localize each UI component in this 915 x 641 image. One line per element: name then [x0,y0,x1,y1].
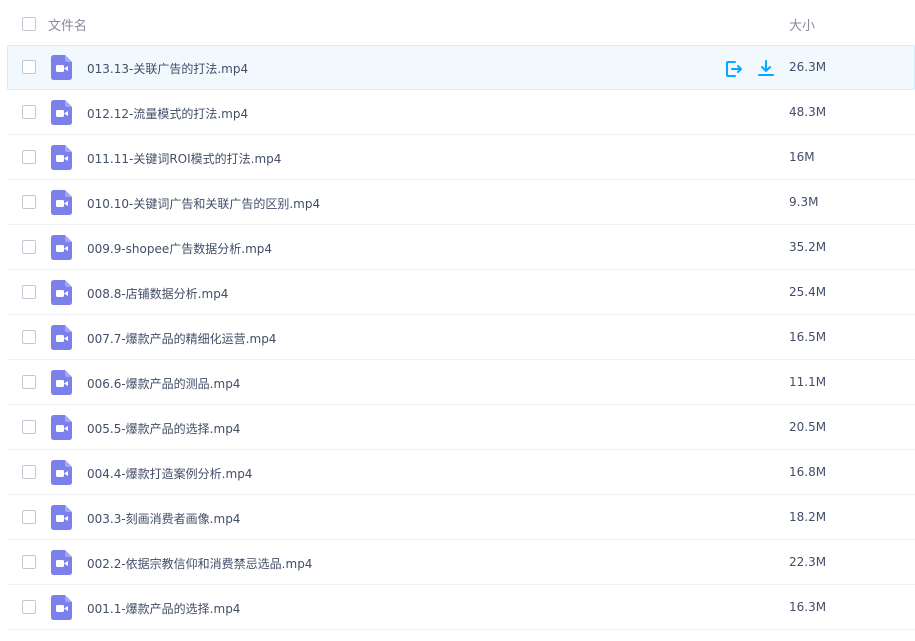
column-header-size[interactable]: 大小 [789,15,815,34]
file-name[interactable]: 013.13-关联广告的打法.mp4 [87,60,248,77]
row-checkbox[interactable] [22,330,36,344]
file-row[interactable]: 010.10-关键词广告和关联广告的区别.mp4 9.3M [7,180,915,225]
file-size: 26.3M [789,60,827,74]
file-rows: 013.13-关联广告的打法.mp4 26.3M 012.12-流量模式的打法.… [0,45,915,630]
row-checkbox[interactable] [22,555,36,569]
file-name[interactable]: 005.5-爆款产品的选择.mp4 [87,420,240,437]
row-checkbox[interactable] [22,240,36,254]
file-size: 11.1M [789,375,827,389]
file-row[interactable]: 003.3-刻画消费者画像.mp4 18.2M [7,495,915,540]
file-row[interactable]: 011.11-关键词ROI模式的打法.mp4 16M [7,135,915,180]
column-header-name[interactable]: 文件名 [48,15,87,34]
file-name[interactable]: 004.4-爆款打造案例分析.mp4 [87,465,252,482]
file-row[interactable]: 007.7-爆款产品的精细化运营.mp4 16.5M [7,315,915,360]
video-file-icon [51,325,72,350]
file-size: 48.3M [789,105,827,119]
file-size: 18.2M [789,510,827,524]
row-checkbox[interactable] [22,465,36,479]
file-row[interactable]: 009.9-shopee广告数据分析.mp4 35.2M [7,225,915,270]
video-file-icon [51,550,72,575]
file-name[interactable]: 009.9-shopee广告数据分析.mp4 [87,240,272,257]
file-name[interactable]: 010.10-关键词广告和关联广告的区别.mp4 [87,195,320,212]
file-row[interactable]: 013.13-关联广告的打法.mp4 26.3M [7,45,915,90]
row-checkbox[interactable] [22,150,36,164]
row-checkbox[interactable] [22,285,36,299]
file-size: 16.8M [789,465,827,479]
file-name[interactable]: 008.8-店铺数据分析.mp4 [87,285,228,302]
row-checkbox[interactable] [22,60,36,74]
file-name[interactable]: 011.11-关键词ROI模式的打法.mp4 [87,150,281,167]
row-checkbox[interactable] [22,105,36,119]
file-row[interactable]: 001.1-爆款产品的选择.mp4 16.3M [7,585,915,630]
file-size: 16.3M [789,600,827,614]
file-name[interactable]: 003.3-刻画消费者画像.mp4 [87,510,240,527]
file-size: 22.3M [789,555,827,569]
video-file-icon [51,280,72,305]
video-file-icon [51,370,72,395]
video-file-icon [51,595,72,620]
video-file-icon [51,100,72,125]
download-icon[interactable] [756,59,776,79]
file-size: 25.4M [789,285,827,299]
row-checkbox[interactable] [22,600,36,614]
video-file-icon [51,145,72,170]
share-icon[interactable] [724,59,744,79]
file-row[interactable]: 004.4-爆款打造案例分析.mp4 16.8M [7,450,915,495]
file-row[interactable]: 005.5-爆款产品的选择.mp4 20.5M [7,405,915,450]
file-size: 16M [789,150,815,164]
file-row[interactable]: 002.2-依据宗教信仰和消费禁忌选品.mp4 22.3M [7,540,915,585]
list-header: 文件名 大小 [0,0,915,45]
video-file-icon [51,460,72,485]
row-checkbox[interactable] [22,420,36,434]
file-name[interactable]: 007.7-爆款产品的精细化运营.mp4 [87,330,276,347]
file-list: 文件名 大小 013.13-关联广告的打法.mp4 26.3M 012.12-流… [0,0,915,641]
row-checkbox[interactable] [22,510,36,524]
file-size: 20.5M [789,420,827,434]
row-checkbox[interactable] [22,375,36,389]
file-name[interactable]: 006.6-爆款产品的测品.mp4 [87,375,240,392]
file-name[interactable]: 002.2-依据宗教信仰和消费禁忌选品.mp4 [87,555,312,572]
video-file-icon [51,235,72,260]
video-file-icon [51,505,72,530]
file-row[interactable]: 008.8-店铺数据分析.mp4 25.4M [7,270,915,315]
video-file-icon [51,415,72,440]
row-checkbox[interactable] [22,195,36,209]
file-row[interactable]: 012.12-流量模式的打法.mp4 48.3M [7,90,915,135]
file-name[interactable]: 012.12-流量模式的打法.mp4 [87,105,248,122]
video-file-icon [51,55,72,80]
file-size: 9.3M [789,195,819,209]
file-row[interactable]: 006.6-爆款产品的测品.mp4 11.1M [7,360,915,405]
file-size: 16.5M [789,330,827,344]
file-size: 35.2M [789,240,827,254]
file-name[interactable]: 001.1-爆款产品的选择.mp4 [87,600,240,617]
video-file-icon [51,190,72,215]
select-all-checkbox[interactable] [22,17,36,31]
